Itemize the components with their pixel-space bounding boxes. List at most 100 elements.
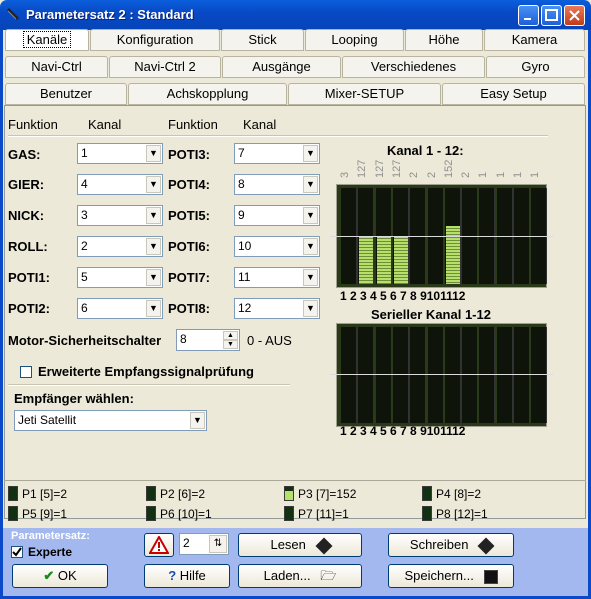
seriell-bar: [462, 327, 479, 423]
laden-label: Laden...: [263, 568, 311, 583]
tab-stick[interactable]: Stick: [221, 29, 304, 51]
nick-channel-select[interactable]: 3 ▼: [77, 205, 163, 226]
select-value: 8: [238, 177, 245, 191]
minimize-icon: [524, 18, 531, 20]
kanal-value-label: 1: [477, 171, 490, 178]
field-label-poti8: POTI8:: [168, 301, 210, 316]
chevron-down-icon[interactable]: ▼: [146, 300, 161, 317]
empfaenger-label: Empfänger wählen:: [14, 391, 134, 406]
poti6-channel-select[interactable]: 10 ▼: [234, 236, 320, 257]
hilfe-button[interactable]: ? Hilfe: [144, 564, 230, 588]
field-label-roll: ROLL:: [8, 239, 48, 254]
poti2-channel-select[interactable]: 6 ▼: [77, 298, 163, 319]
p-field-indicator: [8, 486, 18, 501]
tab-easy-setup[interactable]: Easy Setup: [442, 83, 585, 105]
poti8-channel-select[interactable]: 12 ▼: [234, 298, 320, 319]
gas-channel-select[interactable]: 1 ▼: [77, 143, 163, 164]
tab-konfiguration[interactable]: Konfiguration: [90, 29, 220, 51]
tab-hoehe[interactable]: Höhe: [405, 29, 483, 51]
kanal-value-label: 2: [460, 171, 473, 178]
maximize-button[interactable]: [541, 5, 562, 26]
spinner-up-icon[interactable]: ▲: [223, 331, 238, 340]
poti1-channel-select[interactable]: 5 ▼: [77, 267, 163, 288]
chevron-down-icon[interactable]: ▼: [303, 238, 318, 255]
seriell-bar: [496, 327, 513, 423]
kanal-value-label: 127: [390, 159, 403, 178]
tab-navi-ctrl-2[interactable]: Navi-Ctrl 2: [109, 56, 221, 78]
warning-button[interactable]: [144, 533, 174, 557]
close-button[interactable]: [564, 5, 585, 26]
poti4-channel-select[interactable]: 8 ▼: [234, 174, 320, 195]
minimize-button[interactable]: [518, 5, 539, 26]
ok-label: OK: [57, 568, 77, 583]
select-value: 6: [81, 301, 88, 315]
spinner-value: 8: [180, 332, 187, 346]
chevron-down-icon[interactable]: ▼: [146, 269, 161, 286]
seriell-bar: [514, 327, 530, 423]
poti7-channel-select[interactable]: 11 ▼: [234, 267, 320, 288]
warning-icon: [148, 534, 170, 554]
experte-checkbox[interactable]: [11, 546, 23, 558]
title-bar: Parametersatz 2 : Standard: [0, 0, 591, 30]
seriell-bar: [375, 327, 392, 423]
p-field-indicator: [146, 506, 156, 521]
seriell-bar: [341, 327, 357, 423]
spinner-arrows-icon[interactable]: ⇅: [209, 535, 227, 553]
chevron-down-icon[interactable]: ▼: [303, 269, 318, 286]
empfaenger-select[interactable]: Jeti Satellit ▼: [14, 410, 207, 431]
tab-verschiedenes[interactable]: Verschiedenes: [342, 56, 485, 78]
tab-navi-ctrl[interactable]: Navi-Ctrl: [5, 56, 108, 78]
kanal-bar-fill: [445, 226, 460, 284]
laden-button[interactable]: Laden... 🗁: [238, 564, 362, 588]
spinner-value: 2: [183, 536, 190, 550]
motor-switch-spinner[interactable]: 8 ▲ ▼: [176, 329, 240, 351]
gier-channel-select[interactable]: 4 ▼: [77, 174, 163, 195]
poti5-channel-select[interactable]: 9 ▼: [234, 205, 320, 226]
tab-kamera[interactable]: Kamera: [484, 29, 585, 51]
ok-button[interactable]: ✔ OK: [12, 564, 108, 588]
tab-looping[interactable]: Looping: [305, 29, 404, 51]
spinner-down-icon[interactable]: ▼: [223, 340, 238, 349]
p-field-value: P1 [5]=2: [22, 487, 68, 501]
erweiterte-label: Erweiterte Empfangssignalprüfung: [38, 364, 254, 379]
chevron-down-icon[interactable]: ▼: [146, 238, 161, 255]
lesen-button[interactable]: Lesen: [238, 533, 362, 557]
section-divider: [8, 384, 290, 386]
chevron-down-icon[interactable]: ▼: [303, 207, 318, 224]
motor-switch-hint: 0 - AUS: [247, 333, 292, 348]
header-funktion: Funktion: [168, 117, 218, 132]
tab-kanaele[interactable]: Kanäle: [5, 29, 89, 51]
roll-channel-select[interactable]: 2 ▼: [77, 236, 163, 257]
chevron-down-icon[interactable]: ▼: [303, 176, 318, 193]
tab-benutzer[interactable]: Benutzer: [5, 83, 127, 105]
schreiben-button[interactable]: Schreiben: [388, 533, 514, 557]
lesen-label: Lesen: [270, 537, 306, 552]
parameter-set-spinner[interactable]: 2 ⇅: [179, 533, 229, 555]
chevron-down-icon[interactable]: ▼: [146, 207, 161, 224]
speichern-label: Speichern...: [404, 568, 474, 583]
erweiterte-checkbox[interactable]: [20, 366, 32, 378]
speichern-button[interactable]: Speichern...: [388, 564, 514, 588]
select-value: 4: [81, 177, 88, 191]
open-folder-icon: 🗁: [320, 568, 337, 583]
header-kanal: Kanal: [243, 117, 277, 132]
poti3-channel-select[interactable]: 7 ▼: [234, 143, 320, 164]
tab-ausgaenge[interactable]: Ausgänge: [222, 56, 341, 78]
chevron-down-icon[interactable]: ▼: [303, 145, 318, 162]
select-value: 3: [81, 208, 88, 222]
kanal-value-label: 127: [356, 159, 369, 178]
tab-mixer-setup[interactable]: Mixer-SETUP: [288, 83, 441, 105]
select-value: 11: [238, 270, 251, 284]
kanal-value-label: 1: [494, 171, 507, 178]
chevron-down-icon[interactable]: ▼: [146, 145, 161, 162]
tab-achskopplung[interactable]: Achskopplung: [128, 83, 287, 105]
kanal-panel-title: Kanal 1 - 12:: [387, 143, 464, 158]
chevron-down-icon[interactable]: ▼: [190, 412, 205, 429]
chevron-down-icon[interactable]: ▼: [146, 176, 161, 193]
tab-gyro[interactable]: Gyro: [486, 56, 585, 78]
motor-switch-label: Motor-Sicherheitschalter: [8, 333, 162, 348]
kanal-bar-fill: [359, 236, 374, 284]
window-title: Parametersatz 2 : Standard: [26, 7, 194, 22]
p-field-value: P3 [7]=152: [298, 487, 357, 501]
chevron-down-icon[interactable]: ▼: [303, 300, 318, 317]
